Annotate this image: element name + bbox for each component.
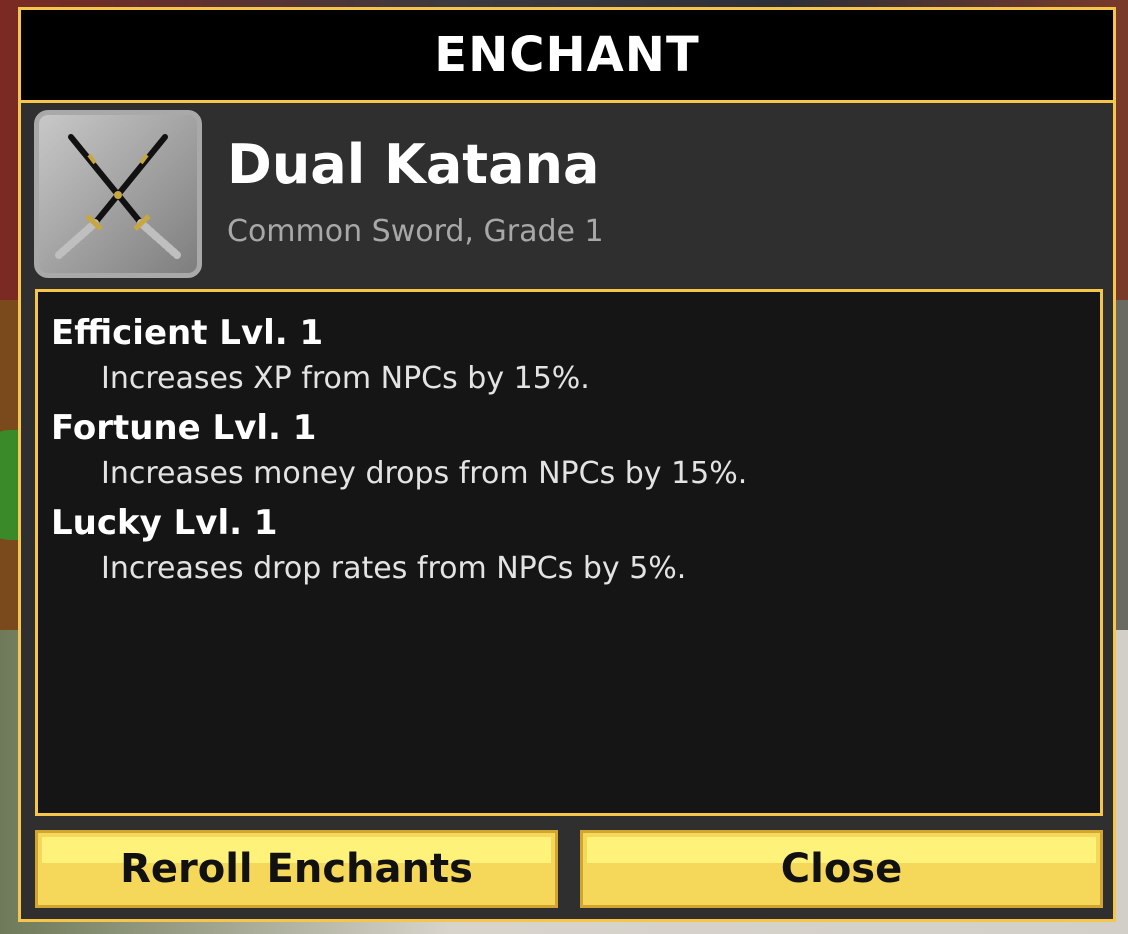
enchant-description: Increases money drops from NPCs by 15%. [101, 456, 748, 491]
close-label: Close [780, 846, 903, 892]
item-icon-frame [34, 110, 202, 278]
reroll-enchants-label: Reroll Enchants [120, 846, 473, 892]
close-button[interactable]: Close [580, 830, 1103, 908]
enchant-window: ENCHANT Dual Katana Common Sword, Grade … [18, 7, 1116, 922]
enchant-description: Increases drop rates from NPCs by 5%. [101, 551, 687, 586]
enchant-description: Increases XP from NPCs by 15%. [101, 361, 590, 396]
item-name: Dual Katana [227, 133, 600, 196]
item-subtitle: Common Sword, Grade 1 [227, 214, 604, 249]
window-title: ENCHANT [434, 27, 700, 83]
enchant-name: Efficient Lvl. 1 [51, 313, 324, 353]
enchant-list: Efficient Lvl. 1 Increases XP from NPCs … [35, 289, 1103, 816]
title-bar: ENCHANT [21, 10, 1113, 103]
enchant-name: Lucky Lvl. 1 [51, 503, 278, 543]
enchant-name: Fortune Lvl. 1 [51, 408, 317, 448]
reroll-enchants-button[interactable]: Reroll Enchants [35, 830, 558, 908]
crossed-katanas-icon [55, 134, 181, 259]
